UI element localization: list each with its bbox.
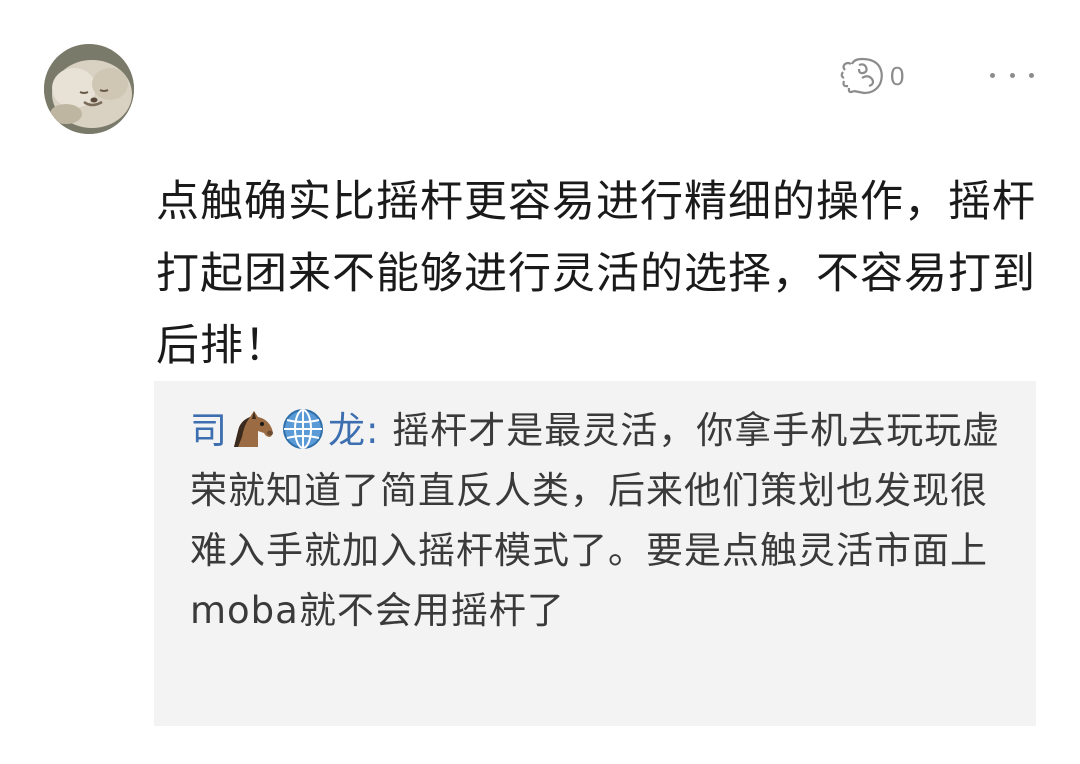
comment-text: 点触确实比摇杆更容易进行精细的操作，摇杆打起团来不能够进行灵活的选择，不容易打到…: [156, 177, 1036, 371]
more-dot: [1029, 72, 1034, 78]
reply-content: 司 龙: 摇杆才是最灵活，你拿手机去玩玩虚荣就知道了简直反人类，后来他们策划也发…: [190, 401, 1010, 641]
reply-author-prefix: 司: [190, 409, 228, 452]
thumbs-up-icon: [840, 57, 883, 95]
more-dot: [990, 72, 995, 78]
avatar-image: [44, 44, 134, 134]
reply-separator: :: [366, 409, 393, 452]
reply-author[interactable]: 司 龙:: [190, 409, 392, 452]
horse-emoji: [234, 411, 273, 447]
like-button[interactable]: 0: [838, 56, 904, 96]
more-dot: [1009, 72, 1015, 78]
like-count: 0: [890, 60, 905, 91]
more-button[interactable]: [990, 60, 1034, 90]
reply-author-suffix: 龙: [328, 409, 366, 452]
globe-emoji: [283, 409, 323, 449]
avatar[interactable]: [44, 44, 134, 134]
reply-box[interactable]: 司 龙: 摇杆才是最灵活，你拿手机去玩玩虚荣就知道了简直反人类，后来他们策划也发…: [154, 381, 1036, 726]
